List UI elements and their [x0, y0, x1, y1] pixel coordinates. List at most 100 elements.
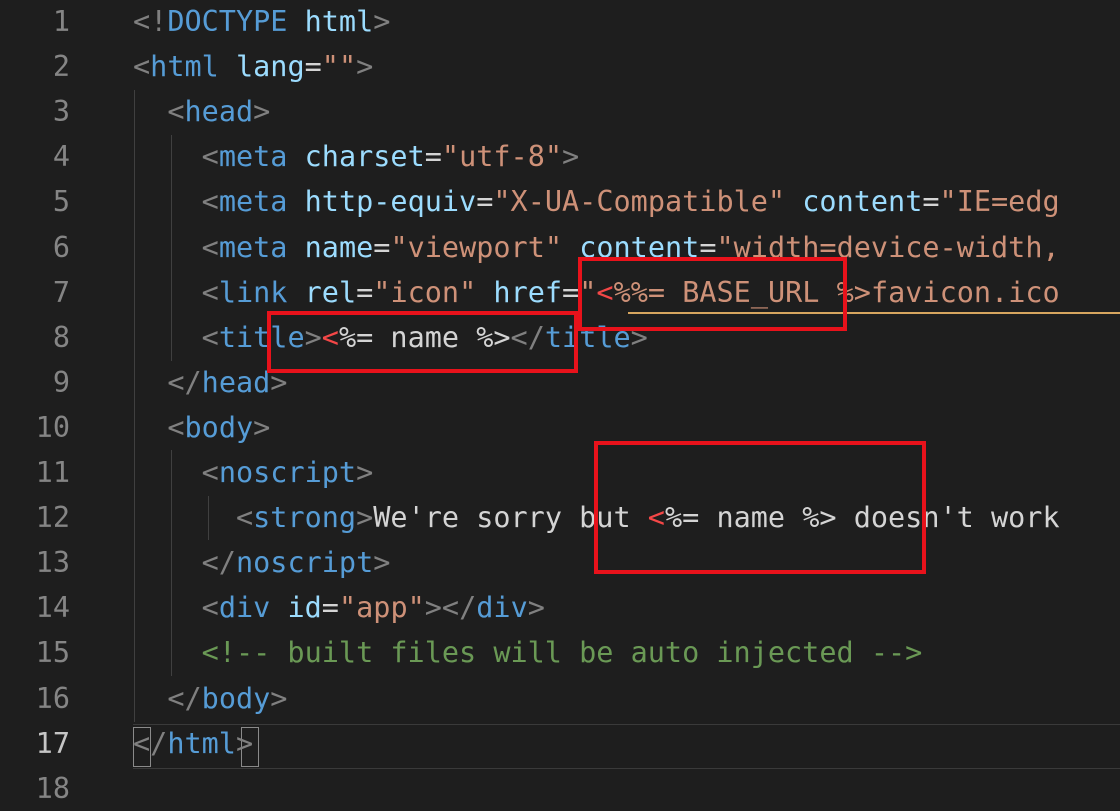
- code-token: lang: [235, 50, 305, 84]
- code-token: meta: [218, 230, 288, 264]
- code-token: head: [184, 95, 254, 129]
- code-line[interactable]: <meta http-equiv="X-UA-Compatible" conte…: [133, 179, 1060, 224]
- code-token: <: [235, 501, 254, 535]
- code-token: body: [201, 681, 271, 715]
- code-token: >: [270, 681, 288, 715]
- code-line[interactable]: <html lang="">: [133, 44, 373, 89]
- code-line[interactable]: </html>: [133, 721, 253, 766]
- code-token: ></: [424, 591, 477, 625]
- code-token: </: [133, 726, 168, 760]
- code-line[interactable]: </head>: [133, 360, 287, 405]
- code-token: =: [304, 50, 322, 84]
- code-line[interactable]: <body>: [133, 405, 270, 450]
- code-token: "": [321, 50, 357, 84]
- code-token: <: [201, 456, 219, 489]
- code-token: =: [356, 275, 374, 309]
- code-token: noscript: [218, 456, 357, 489]
- code-token: div: [218, 591, 271, 625]
- code-token: rel: [304, 275, 357, 309]
- code-line[interactable]: <head>: [133, 89, 270, 134]
- code-token: >: [373, 5, 391, 38]
- code-token: <: [201, 320, 219, 354]
- code-line[interactable]: <div id="app"></div>: [133, 585, 545, 630]
- code-token: div: [476, 591, 528, 625]
- code-token: http-equiv: [304, 185, 477, 219]
- code-token: =: [562, 275, 580, 309]
- code-token: "IE=edg: [939, 185, 1060, 219]
- code-line[interactable]: </body>: [133, 676, 287, 721]
- code-token: noscript: [235, 546, 374, 580]
- code-token: =: [922, 185, 940, 219]
- code-token: name: [304, 230, 374, 264]
- code-token: <!: [133, 5, 168, 38]
- code-token: id: [287, 591, 322, 625]
- code-token: charset: [304, 140, 425, 174]
- code-line[interactable]: </noscript>: [133, 540, 391, 585]
- code-token: html: [150, 50, 219, 84]
- highlight-box-base-url: [578, 257, 847, 331]
- code-token: link: [218, 275, 288, 309]
- code-token: "viewport": [390, 230, 563, 264]
- code-token: html: [167, 726, 236, 760]
- code-token: >: [373, 546, 391, 580]
- code-token: strong: [253, 501, 357, 535]
- code-token: >: [562, 140, 580, 174]
- code-line[interactable]: <meta charset="utf-8">: [133, 134, 580, 179]
- code-token: content: [802, 185, 923, 219]
- code-token: >: [356, 50, 374, 84]
- code-token: meta: [218, 185, 288, 219]
- code-token: <: [201, 275, 219, 309]
- code-line[interactable]: <!DOCTYPE html>: [133, 0, 390, 44]
- code-token: <: [201, 230, 219, 264]
- code-token: >: [235, 726, 254, 760]
- current-line-highlight: [133, 724, 1120, 769]
- code-token: body: [184, 410, 254, 444]
- code-token: <: [133, 50, 151, 84]
- code-token: </: [201, 546, 236, 580]
- code-token: <: [167, 95, 185, 129]
- code-token: >: [527, 591, 545, 625]
- code-token: href: [493, 275, 563, 309]
- code-token: >: [356, 456, 374, 489]
- code-token: =: [321, 591, 339, 625]
- code-token: =: [373, 230, 391, 264]
- code-area[interactable]: <!DOCTYPE html> <html lang=""> <head> <me…: [0, 0, 1120, 798]
- code-token: "utf-8": [441, 140, 563, 174]
- code-token: </: [167, 365, 202, 399]
- code-token: >: [253, 410, 271, 444]
- code-token: DOCTYPE: [167, 5, 288, 38]
- code-line[interactable]: <noscript>: [133, 450, 374, 495]
- code-token: <: [201, 591, 219, 625]
- highlight-box-title-name: [267, 311, 578, 373]
- code-token: =: [424, 140, 442, 174]
- code-token: >: [253, 95, 271, 129]
- code-token: head: [201, 365, 271, 399]
- code-token: <: [167, 410, 185, 444]
- code-token: meta: [218, 140, 288, 174]
- code-line[interactable]: <!-- built files will be auto injected -…: [133, 630, 923, 675]
- code-editor[interactable]: 1 2 3 4 5 6 7 8 9 10 11 12 13 14 15 16 17 18 <!DOCTYPE ht…: [0, 0, 1120, 805]
- code-token: "app": [338, 591, 425, 625]
- code-token: "icon": [373, 275, 477, 309]
- code-token: <: [201, 140, 219, 174]
- highlight-box-noscript-name: [594, 441, 926, 574]
